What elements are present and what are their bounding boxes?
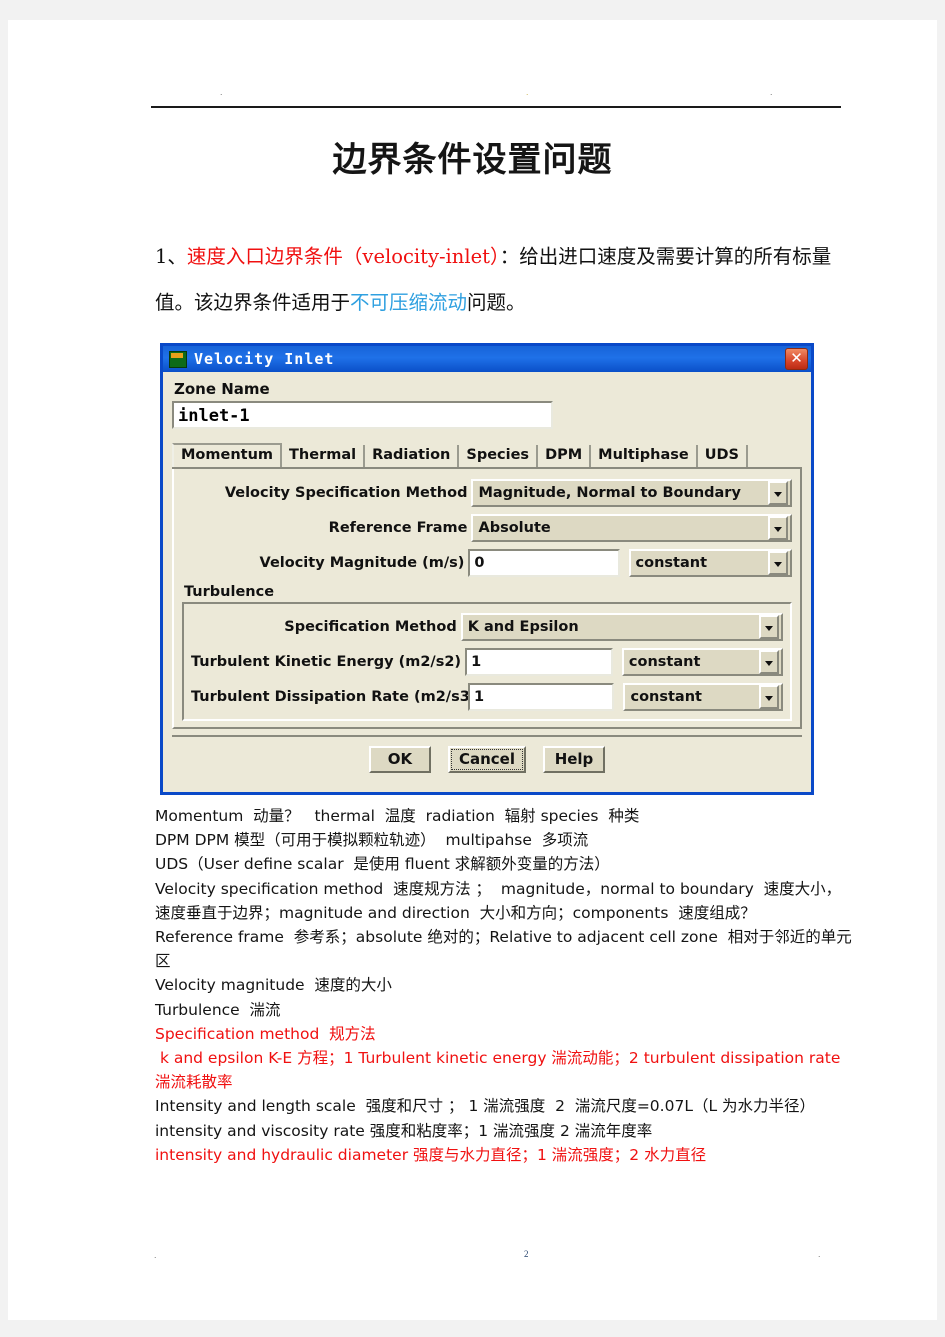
velocity-magnitude-input[interactable]: 0 (468, 549, 620, 577)
chevron-down-icon[interactable] (768, 481, 788, 505)
note-line-2: DPM DPM 模型（可用于模拟颗粒轨迹） multipahse 多项流 (155, 831, 589, 850)
note-line-10: Intensity and length scale 强度和尺寸 ； 1 湍流强… (155, 1097, 816, 1116)
paragraph-plain-2: 问题。 (467, 291, 526, 314)
tab-radiation[interactable]: Radiation (365, 445, 460, 467)
velocity-spec-dropdown[interactable]: Magnitude, Normal to Boundary (471, 479, 792, 507)
tdr-profile-value: constant (630, 689, 702, 705)
tdr-row: Turbulent Dissipation Rate (m2/s3) 1 con… (191, 683, 783, 711)
footer-mark-left: · (154, 1254, 157, 1262)
cancel-button[interactable]: Cancel (447, 746, 526, 773)
tke-input[interactable]: 1 (465, 648, 613, 676)
tke-row: Turbulent Kinetic Energy (m2/s2) 1 const… (191, 648, 783, 676)
footer-mark-right: · (818, 1253, 821, 1261)
turbulence-groupbox: Specification Method K and Epsilon Turbu… (182, 602, 792, 721)
tab-uds[interactable]: UDS (697, 445, 748, 467)
paragraph-red-term: 速度入口边界条件（velocity-inlet） (186, 245, 500, 268)
note-line-3: UDS（User define scalar 是使用 fluent 求解额外变量… (155, 855, 610, 874)
dialog-tabs: Momentum Thermal Radiation Species DPM M… (172, 443, 802, 469)
page-title: 边界条件设置问题 (332, 140, 613, 180)
turbulence-spec-dropdown[interactable]: K and Epsilon (460, 613, 783, 641)
annotation-notes: Momentum 动量？ thermal 温度 radiation 辐射 spe… (155, 804, 855, 1167)
page-header: · · · (8, 20, 937, 120)
chevron-down-icon[interactable] (767, 551, 788, 575)
header-mark-center: · (526, 91, 529, 99)
zone-name-input[interactable]: inlet-1 (172, 401, 553, 429)
dialog-button-bar: OK Cancel Help (172, 735, 802, 773)
velocity-spec-label: Velocity Specification Method (224, 485, 468, 501)
chevron-down-icon[interactable] (759, 615, 779, 639)
document-page: · · · 边界条件设置问题 1、速度入口边界条件（velocity-inlet… (8, 20, 937, 1320)
velocity-magnitude-label: Velocity Magnitude (m/s) (259, 555, 465, 571)
header-mark-right: · (770, 91, 773, 99)
paragraph-number: 1、 (155, 245, 187, 268)
turbulence-spec-label: Specification Method (284, 619, 457, 635)
chevron-down-icon[interactable] (759, 685, 779, 709)
header-divider (151, 106, 841, 108)
application-icon (169, 350, 187, 368)
dialog-titlebar[interactable]: Velocity Inlet ✕ (163, 346, 811, 372)
zone-name-label: Zone Name (174, 380, 270, 398)
dialog-title: Velocity Inlet (194, 350, 335, 368)
note-line-1: Momentum 动量？ thermal 温度 radiation 辐射 spe… (155, 807, 640, 825)
tdr-label: Turbulent Dissipation Rate (m2/s3) (191, 689, 477, 705)
note-line-7: Turbulence 湍流 (155, 1000, 281, 1019)
tke-profile-value: constant (628, 654, 701, 670)
note-line-9: k and epsilon K-E 方程；1 Turbulent kinetic… (155, 1049, 851, 1092)
note-line-8: Specification method 规方法 (155, 1024, 376, 1043)
tab-species[interactable]: Species (459, 445, 539, 467)
momentum-panel: Velocity Specification Method Magnitude,… (172, 469, 802, 729)
tab-dpm[interactable]: DPM (538, 445, 592, 467)
help-button[interactable]: Help (543, 746, 605, 773)
tdr-profile-dropdown[interactable]: constant (623, 683, 783, 711)
turbulence-group-label: Turbulence (184, 584, 275, 600)
note-line-12: intensity and hydraulic diameter 强度与水力直径… (155, 1145, 707, 1164)
reference-frame-value: Absolute (478, 520, 551, 536)
note-line-5: Reference frame 参考系；absolute 绝对的；Relativ… (155, 928, 852, 971)
tdr-input[interactable]: 1 (468, 683, 615, 711)
turbulence-spec-row: Specification Method K and Epsilon (191, 613, 783, 641)
velocity-spec-value: Magnitude, Normal to Boundary (478, 485, 741, 501)
chevron-down-icon[interactable] (768, 516, 788, 540)
tke-profile-dropdown[interactable]: constant (621, 648, 783, 676)
velocity-magnitude-row: Velocity Magnitude (m/s) 0 constant (182, 549, 792, 577)
ok-button[interactable]: OK (368, 746, 431, 773)
header-mark-left: · (220, 91, 223, 99)
paragraph-velocity-inlet: 1、速度入口边界条件（velocity-inlet）：给出进口速度及需要计算的所… (155, 234, 845, 326)
reference-frame-dropdown[interactable]: Absolute (471, 514, 792, 542)
velocity-magnitude-profile-value: constant (635, 555, 708, 571)
velocity-spec-row: Velocity Specification Method Magnitude,… (182, 479, 792, 507)
close-icon[interactable]: ✕ (785, 348, 808, 370)
dialog-body: Zone Name inlet-1 Momentum Thermal Radia… (163, 372, 811, 773)
turbulence-spec-value: K and Epsilon (467, 619, 579, 635)
tab-multiphase[interactable]: Multiphase (591, 445, 698, 467)
note-line-11: intensity and viscosity rate 强度和粘度率；1 湍流… (155, 1121, 653, 1140)
tab-thermal[interactable]: Thermal (282, 445, 366, 467)
page-number: 2 (524, 1249, 529, 1259)
note-line-6: Velocity magnitude 速度的大小 (155, 976, 392, 995)
reference-frame-row: Reference Frame Absolute (182, 514, 792, 542)
chevron-down-icon[interactable] (759, 650, 779, 674)
paragraph-blue-term: 不可压缩流动 (350, 291, 468, 314)
tab-momentum[interactable]: Momentum (172, 443, 283, 467)
reference-frame-label: Reference Frame (328, 520, 468, 536)
velocity-inlet-dialog: Velocity Inlet ✕ Zone Name inlet-1 Momen… (160, 343, 814, 795)
tke-label: Turbulent Kinetic Energy (m2/s2) (191, 654, 462, 670)
note-line-4: Velocity specification method 速度规方法 ； ma… (155, 879, 842, 922)
velocity-magnitude-profile-dropdown[interactable]: constant (628, 549, 792, 577)
